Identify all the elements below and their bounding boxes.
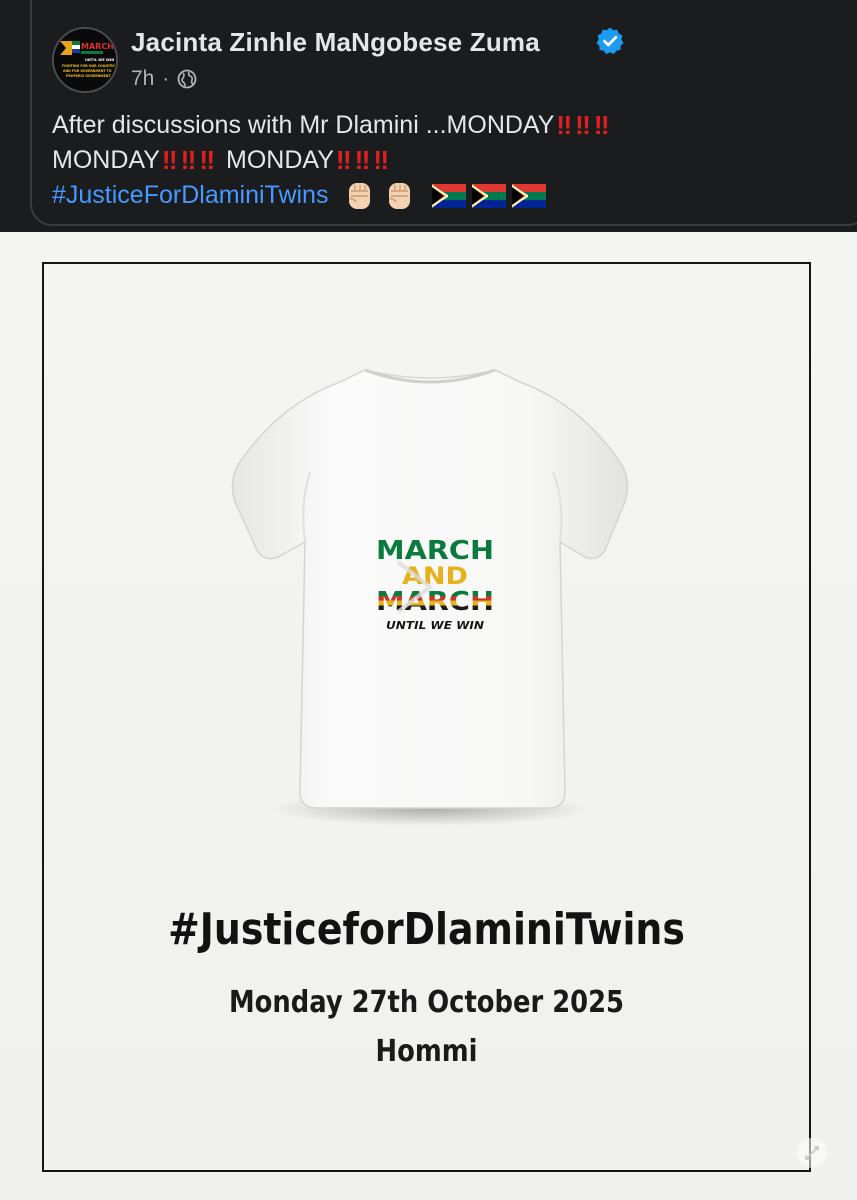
print-line-4: UNTIL WE WIN [386,619,484,632]
post-text-intro: After discussions with Mr Dlamini ...MON… [52,111,555,139]
double-exclamation-emoji: ‼ [199,145,215,175]
post-header: MARCH UNTIL WE WIN FIGHTING FOR OUR COUN… [0,0,857,232]
post-text-monday: MONDAY [226,146,334,174]
double-exclamation-emoji: ‼ [575,110,591,140]
avatar-logo-icon: MARCH UNTIL WE WIN FIGHTING FOR OUR COUN… [54,29,116,91]
post-line-1: After discussions with Mr Dlamini ...MON… [52,108,842,143]
double-exclamation-emoji: ‼ [556,110,572,140]
raised-fist-icon [389,182,411,209]
poster-venue: Hommi [375,1034,478,1069]
post-body: After discussions with Mr Dlamini ...MON… [52,108,842,213]
double-exclamation-emoji: ‼ [335,145,352,175]
shirt-print-logo: MARCH AND MARCH UNTIL WE WIN [376,536,494,632]
double-exclamation-emoji: ‼ [180,145,197,175]
print-line-3: MARCH [376,587,494,617]
post-timestamp[interactable]: 7h [131,67,154,91]
double-exclamation-emoji: ‼ [161,145,178,175]
double-exclamation-emoji: ‼ [373,145,389,175]
south-africa-flag-icon [512,183,547,208]
avatar-line1: UNTIL WE WIN [85,58,114,62]
author-name[interactable]: Jacinta Zinhle MaNgobese Zuma [131,27,540,58]
meta-separator: · [162,67,170,90]
post-image[interactable]: MARCH AND MARCH UNTIL WE WIN #Justicefor… [0,232,857,1200]
poster-date: Monday 27th October 2025 [228,985,625,1020]
double-exclamation-emoji: ‼ [354,145,371,175]
hashtag-link[interactable]: #JusticeForDlaminiTwins [52,178,328,213]
post-meta: 7h · [131,66,197,92]
verified-badge-icon [596,27,624,54]
avatar-line2: FIGHTING FOR OUR COUNTRY [62,64,115,68]
globe-icon[interactable] [177,69,197,89]
avatar-march-text: MARCH [81,42,114,51]
poster-hashtag: #JusticeforDlaminiTwins [168,904,685,955]
double-exclamation-emoji: ‼ [593,110,610,140]
post-line-2: MONDAY ‼ ‼ ‼ MONDAY ‼ ‼ ‼ [52,143,842,178]
avatar-line4: PROPERLY GOVERNMENT [66,74,111,78]
expand-image-icon[interactable] [795,1136,829,1170]
avatar-line3: AND FOR GOVERNMENT TO [63,69,112,73]
south-africa-flag-icon [432,183,467,208]
raised-fist-icon [349,182,371,209]
print-line-2: AND [402,562,468,590]
post-line-3: #JusticeForDlaminiTwins [52,178,842,213]
author-avatar[interactable]: MARCH UNTIL WE WIN FIGHTING FOR OUR COUN… [52,27,118,93]
post-text-monday: MONDAY [52,146,160,174]
south-africa-flag-icon [472,183,507,208]
